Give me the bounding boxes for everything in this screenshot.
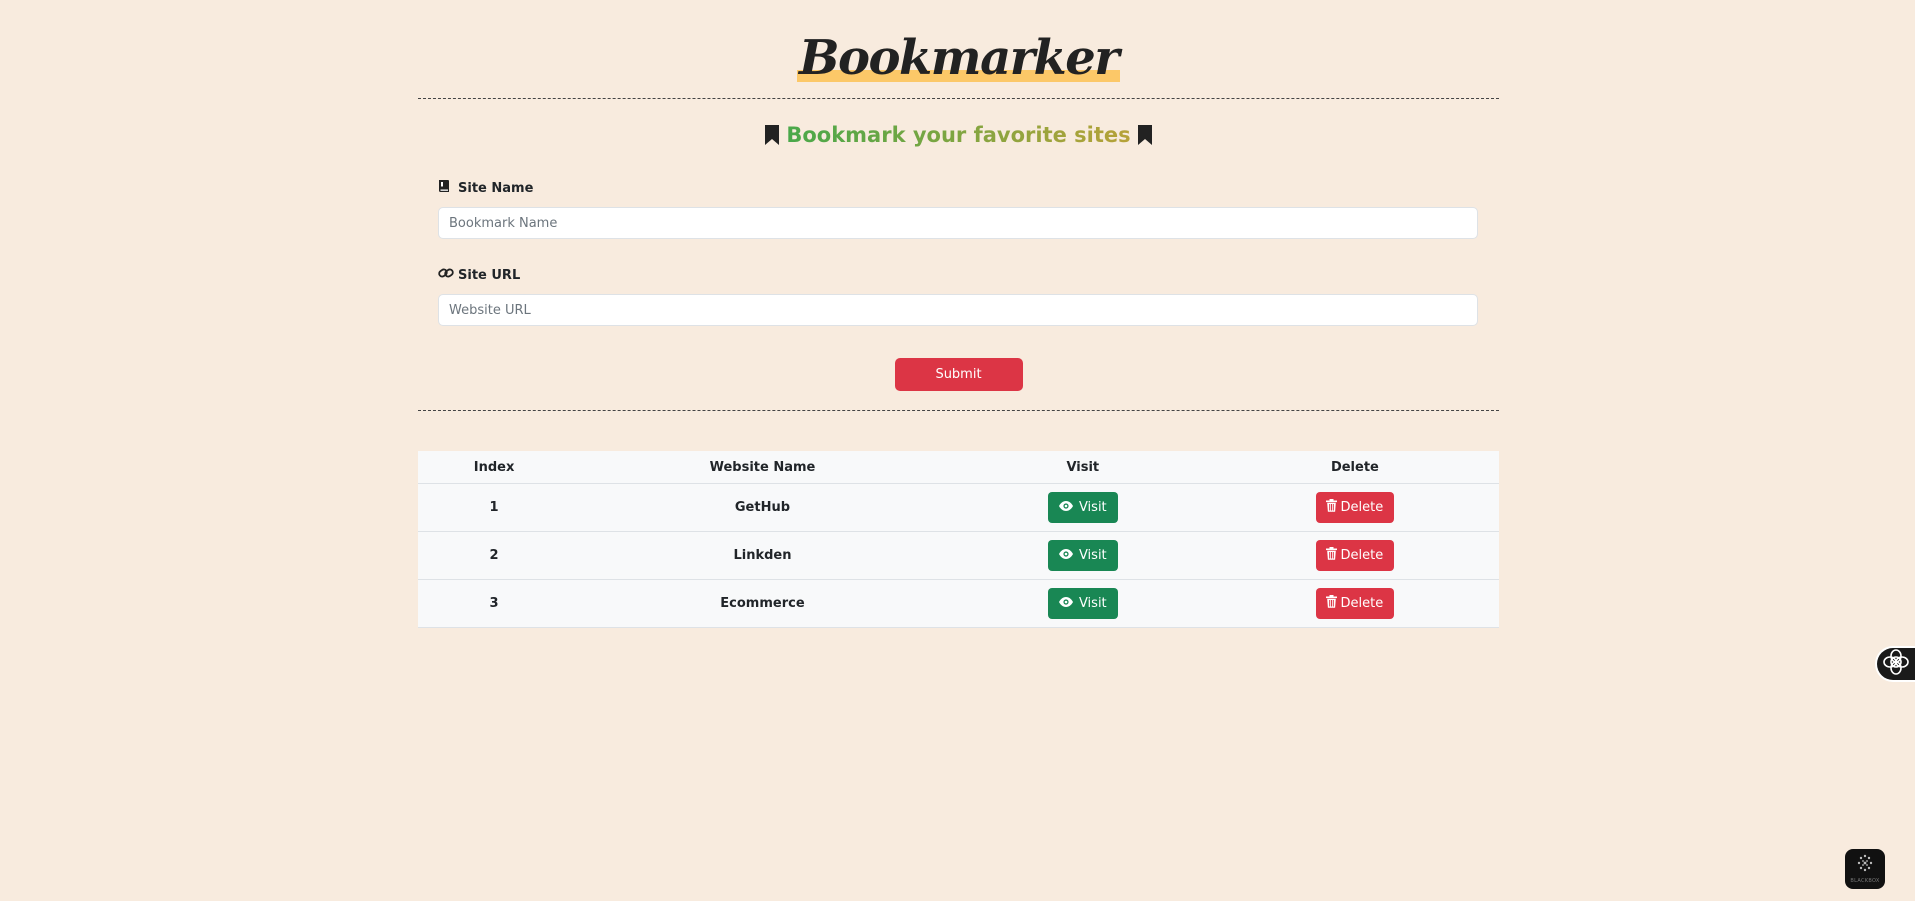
blackbox-widget[interactable]: BLACKBOX (1845, 849, 1885, 889)
link-icon (438, 266, 454, 284)
eye-icon (1058, 548, 1073, 563)
site-url-input[interactable] (438, 294, 1478, 326)
header-delete: Delete (1210, 451, 1499, 484)
bottom-divider (418, 410, 1499, 411)
visit-button[interactable]: Visit (1047, 492, 1118, 523)
row-website-name: Linkden (570, 531, 955, 580)
row-website-name: Ecommerce (570, 579, 955, 628)
header-index: Index (418, 451, 571, 484)
table-header-row: Index Website Name Visit Delete (418, 451, 1499, 484)
site-name-label: Site Name (458, 180, 534, 196)
row-index: 2 (418, 531, 571, 580)
subtitle-text: Bookmark your favorite sites (786, 123, 1131, 147)
bookmark-icon (764, 124, 780, 146)
delete-label: Delete (1340, 596, 1384, 611)
row-index: 1 (418, 483, 571, 532)
row-website-name: GetHub (570, 483, 955, 532)
row-index: 3 (418, 579, 571, 628)
top-divider (418, 98, 1499, 99)
delete-label: Delete (1340, 500, 1384, 515)
site-url-label: Site URL (458, 267, 521, 283)
visit-label: Visit (1078, 500, 1107, 515)
blackbox-logo-icon (1856, 854, 1874, 876)
site-name-label-row: Site Name (438, 178, 1479, 198)
flower-icon (1881, 647, 1911, 681)
table-row: 3 Ecommerce Visit Delete (418, 579, 1499, 628)
bookmark-form: Site Name Site URL Submit (418, 178, 1499, 391)
submit-button[interactable]: Submit (894, 358, 1023, 391)
visit-label: Visit (1078, 548, 1107, 563)
book-icon (438, 179, 450, 197)
visit-label: Visit (1078, 596, 1107, 611)
trash-icon (1325, 547, 1337, 564)
brand-title: Bookmarker (796, 30, 1121, 86)
visit-button[interactable]: Visit (1047, 588, 1118, 619)
site-name-input[interactable] (438, 207, 1478, 239)
table-row: 1 GetHub Visit Delete (418, 483, 1499, 532)
eye-icon (1058, 596, 1073, 611)
main-container: Bookmarker Bookmark your favorite sites … (418, 0, 1499, 628)
bookmarks-table: Index Website Name Visit Delete 1 GetHub… (418, 451, 1499, 628)
bookmark-icon (1137, 124, 1153, 146)
header-website-name: Website Name (570, 451, 955, 484)
assistant-side-widget[interactable] (1875, 646, 1915, 682)
delete-button[interactable]: Delete (1315, 492, 1395, 523)
delete-button[interactable]: Delete (1315, 540, 1395, 571)
eye-icon (1058, 500, 1073, 515)
blackbox-label: BLACKBOX (1850, 878, 1880, 884)
site-url-label-row: Site URL (438, 265, 1479, 285)
trash-icon (1325, 499, 1337, 516)
header-visit: Visit (954, 451, 1211, 484)
table-row: 2 Linkden Visit Delete (418, 531, 1499, 580)
header: Bookmarker (418, 0, 1499, 98)
delete-button[interactable]: Delete (1315, 588, 1395, 619)
trash-icon (1325, 595, 1337, 612)
visit-button[interactable]: Visit (1047, 540, 1118, 571)
delete-label: Delete (1340, 548, 1384, 563)
page-subtitle: Bookmark your favorite sites (418, 121, 1499, 149)
